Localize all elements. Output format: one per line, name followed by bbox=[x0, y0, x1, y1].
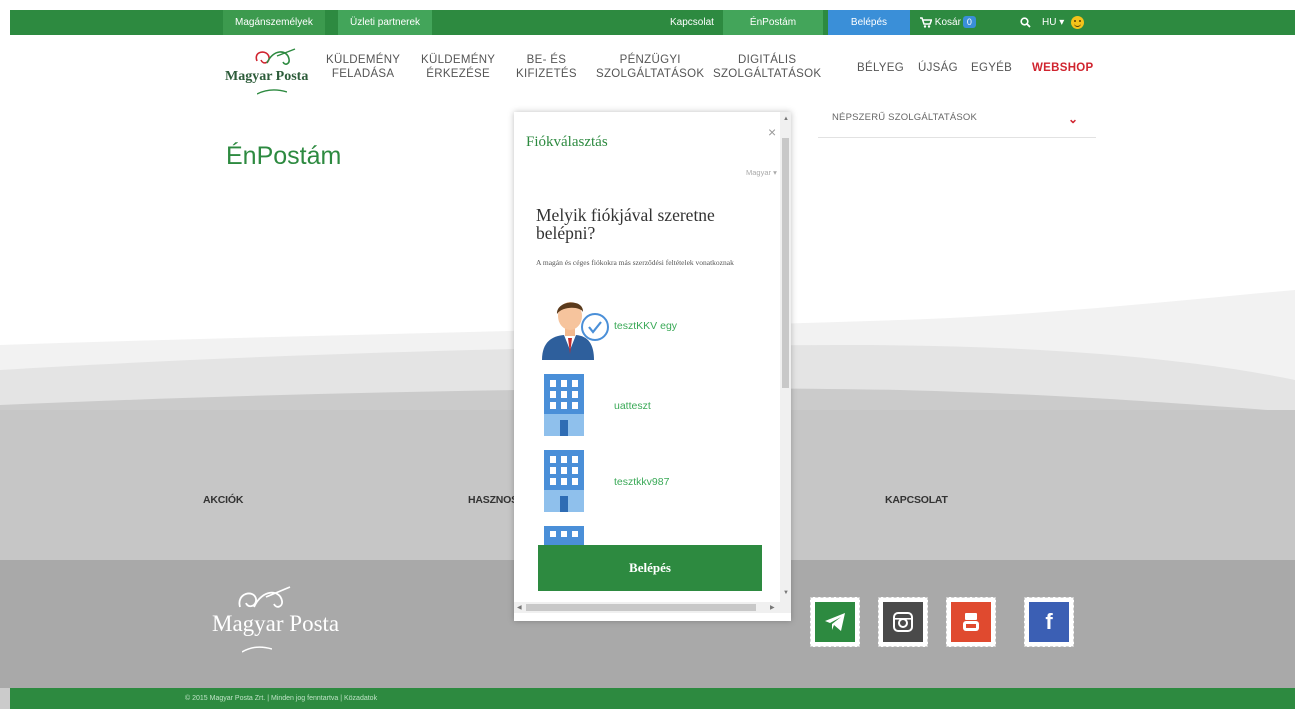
scroll-down-icon[interactable]: ▼ bbox=[783, 590, 789, 596]
nav-webshop[interactable]: WEBSHOP bbox=[1032, 61, 1094, 75]
nav-newspaper[interactable]: ÚJSÁG bbox=[918, 61, 958, 75]
language-label: HU bbox=[1042, 17, 1057, 28]
modal-question: Melyik fiókjával szeretne belépni? bbox=[536, 205, 715, 243]
account-select-modal: Fiókválasztás × Magyar ▾ Melyik fiókjáva… bbox=[514, 112, 791, 621]
footer-link-offers[interactable]: AKCIÓK bbox=[203, 494, 243, 506]
scrollbar-thumb[interactable] bbox=[782, 138, 789, 388]
nav-finance[interactable]: PÉNZÜGYI SZOLGÁLTATÁSOK bbox=[596, 53, 704, 81]
building-icon bbox=[544, 374, 584, 436]
instagram-button[interactable] bbox=[878, 597, 928, 647]
cart-link[interactable]: Kosár 0 bbox=[920, 10, 976, 35]
page-title: ÉnPostám bbox=[226, 142, 342, 170]
facebook-button[interactable]: f bbox=[1024, 597, 1074, 647]
account-item[interactable]: tesztkkv987 bbox=[538, 450, 778, 514]
account-name: uatteszt bbox=[614, 400, 651, 412]
footer-link-contact[interactable]: KAPCSOLAT bbox=[885, 494, 948, 506]
enpostam-link[interactable]: ÉnPostám bbox=[723, 10, 823, 35]
tab-business[interactable]: Üzleti partnerek bbox=[338, 10, 433, 35]
logo-text: Magyar Posta bbox=[225, 69, 309, 84]
header-logo[interactable]: Magyar Posta bbox=[225, 47, 315, 97]
popular-services-dropdown[interactable]: NÉPSZERŰ SZOLGÁLTATÁSOK ⌄ bbox=[818, 108, 1096, 138]
cart-icon bbox=[920, 17, 933, 28]
modal-language-label: Magyar bbox=[746, 168, 772, 177]
nav-shipping[interactable]: KÜLDEMÉNY FELADÁSA bbox=[326, 53, 400, 81]
close-icon[interactable]: × bbox=[768, 124, 776, 140]
cart-label: Kosár bbox=[934, 17, 961, 28]
smiley-icon bbox=[1071, 16, 1084, 29]
facebook-icon: f bbox=[1029, 602, 1069, 642]
youtube-icon bbox=[951, 602, 991, 642]
page: { "topbar": { "private": "Magánszemélyek… bbox=[0, 0, 1295, 709]
telegram-icon bbox=[815, 602, 855, 642]
person-avatar-icon bbox=[542, 302, 609, 360]
youtube-button[interactable] bbox=[946, 597, 996, 647]
building-icon bbox=[544, 526, 584, 546]
modal-title: Fiókválasztás bbox=[526, 134, 608, 150]
account-item[interactable]: uatteszt bbox=[538, 374, 778, 438]
nav-arrival[interactable]: KÜLDEMÉNY ÉRKEZÉSE bbox=[421, 53, 495, 81]
contact-link[interactable]: Kapcsolat bbox=[670, 10, 714, 35]
account-name: tesztkkv987 bbox=[614, 476, 670, 488]
modal-note: A magán és céges fiókokra más szerződési… bbox=[536, 258, 734, 267]
top-bar: Magánszemélyek Üzleti partnerek Kapcsola… bbox=[10, 10, 1295, 35]
scrollbar-thumb[interactable] bbox=[526, 604, 756, 611]
login-link[interactable]: Belépés bbox=[828, 10, 910, 35]
instagram-icon bbox=[883, 602, 923, 642]
nav-digital[interactable]: DIGITÁLIS SZOLGÁLTATÁSOK bbox=[713, 53, 821, 81]
chevron-down-icon: ⌄ bbox=[1067, 112, 1078, 126]
popular-services-label: NÉPSZERŰ SZOLGÁLTATÁSOK bbox=[832, 112, 978, 123]
account-name: tesztKKV egy bbox=[614, 320, 678, 332]
login-button[interactable]: Belépés bbox=[538, 545, 762, 591]
account-item[interactable]: tesztKKV egy bbox=[538, 294, 778, 360]
copyright-bar: © 2015 Magyar Posta Zrt. | Minden jog fe… bbox=[10, 688, 1295, 709]
building-icon bbox=[544, 450, 584, 512]
tab-private[interactable]: Magánszemélyek bbox=[223, 10, 325, 35]
modal-language-select[interactable]: Magyar ▾ bbox=[746, 168, 777, 177]
posthorn-logo-icon bbox=[255, 48, 296, 65]
search-icon bbox=[1020, 17, 1031, 28]
logo-swoosh bbox=[242, 646, 272, 653]
modal-horizontal-scrollbar[interactable]: ◀ ▶ bbox=[514, 602, 791, 613]
scroll-up-icon[interactable]: ▲ bbox=[783, 116, 789, 122]
scroll-right-icon[interactable]: ▶ bbox=[770, 604, 775, 611]
accessibility-button[interactable] bbox=[1071, 16, 1084, 29]
cart-count: 0 bbox=[962, 16, 976, 28]
footer-link-useful[interactable]: HASZNOS bbox=[468, 494, 518, 506]
language-select[interactable]: HU ▾ bbox=[1042, 10, 1064, 35]
nav-other[interactable]: EGYÉB bbox=[971, 61, 1012, 75]
logo-swoosh bbox=[257, 89, 287, 95]
modal-vertical-scrollbar[interactable]: ▲ ▼ bbox=[780, 112, 791, 602]
footer-logo-text: Magyar Posta bbox=[212, 611, 340, 636]
nav-payments[interactable]: BE- ÉS KIFIZETÉS bbox=[516, 53, 577, 81]
nav-stamp[interactable]: BÉLYEG bbox=[857, 61, 904, 75]
scroll-left-icon[interactable]: ◀ bbox=[517, 604, 522, 611]
search-button[interactable] bbox=[1020, 10, 1031, 35]
telegram-button[interactable] bbox=[810, 597, 860, 647]
